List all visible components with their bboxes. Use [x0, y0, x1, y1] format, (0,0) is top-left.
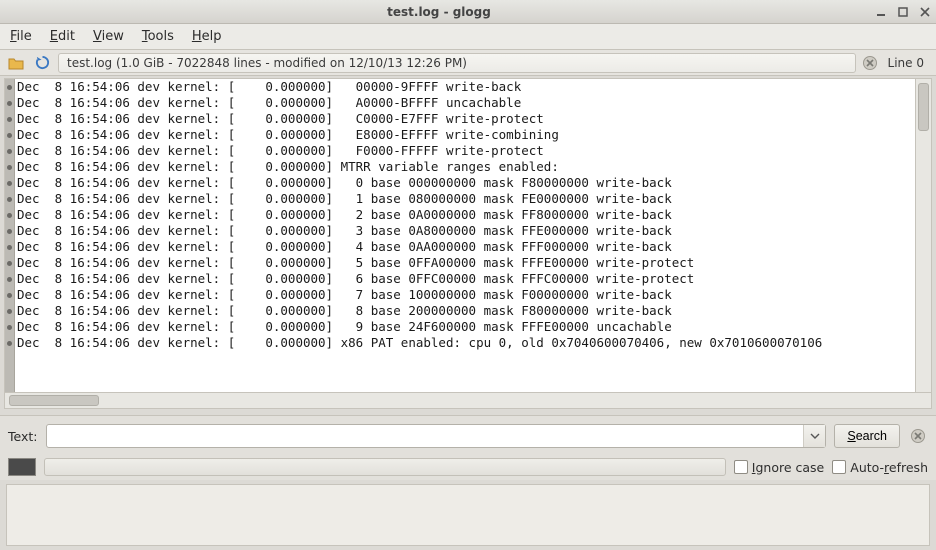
log-line[interactable]: Dec 8 16:54:06 dev kernel: [ 0.000000] x… [17, 335, 915, 351]
log-line[interactable]: Dec 8 16:54:06 dev kernel: [ 0.000000] 0… [17, 79, 915, 95]
menu-file[interactable]: File [10, 29, 32, 44]
gutter-mark[interactable] [5, 159, 14, 175]
menu-help[interactable]: Help [192, 29, 222, 44]
gutter-mark[interactable] [5, 271, 14, 287]
gutter-mark[interactable] [5, 239, 14, 255]
vertical-scroll-thumb[interactable] [918, 83, 929, 131]
gutter-mark[interactable] [5, 335, 14, 351]
reload-icon [35, 55, 50, 70]
menu-edit[interactable]: Edit [50, 29, 75, 44]
filtered-results-view[interactable] [6, 484, 930, 546]
log-line[interactable]: Dec 8 16:54:06 dev kernel: [ 0.000000] 7… [17, 287, 915, 303]
filter-options-row: Ignore case Auto-refresh [0, 454, 936, 480]
gutter-mark[interactable] [5, 319, 14, 335]
search-button[interactable]: Search [834, 424, 900, 448]
horizontal-scrollbar[interactable] [4, 393, 932, 409]
minimize-button[interactable] [874, 5, 888, 19]
log-line[interactable]: Dec 8 16:54:06 dev kernel: [ 0.000000] 0… [17, 175, 915, 191]
stop-icon [862, 55, 878, 71]
log-view[interactable]: Dec 8 16:54:06 dev kernel: [ 0.000000] 0… [4, 78, 932, 393]
log-line[interactable]: Dec 8 16:54:06 dev kernel: [ 0.000000] F… [17, 143, 915, 159]
log-line[interactable]: Dec 8 16:54:06 dev kernel: [ 0.000000] M… [17, 159, 915, 175]
menu-view[interactable]: View [93, 29, 124, 44]
log-line[interactable]: Dec 8 16:54:06 dev kernel: [ 0.000000] 3… [17, 223, 915, 239]
search-bar: Text: Search [0, 415, 936, 454]
checkbox-box [734, 460, 748, 474]
reload-button[interactable] [32, 53, 52, 73]
window-title: test.log - glogg [4, 5, 874, 19]
stop-button[interactable] [862, 55, 878, 71]
log-line[interactable]: Dec 8 16:54:06 dev kernel: [ 0.000000] 1… [17, 191, 915, 207]
log-line[interactable]: Dec 8 16:54:06 dev kernel: [ 0.000000] 6… [17, 271, 915, 287]
log-line[interactable]: Dec 8 16:54:06 dev kernel: [ 0.000000] 2… [17, 207, 915, 223]
clear-search-button[interactable] [908, 426, 928, 446]
close-button[interactable] [918, 5, 932, 19]
maximize-button[interactable] [896, 5, 910, 19]
ignore-case-checkbox[interactable]: Ignore case [734, 460, 824, 475]
menu-tools[interactable]: Tools [142, 29, 174, 44]
search-dropdown-button[interactable] [803, 425, 825, 447]
search-progress-bar [44, 458, 726, 476]
log-gutter[interactable] [5, 79, 15, 392]
gutter-mark[interactable] [5, 255, 14, 271]
gutter-mark[interactable] [5, 111, 14, 127]
line-number-label: Line 0 [888, 56, 924, 70]
gutter-mark[interactable] [5, 223, 14, 239]
gutter-mark[interactable] [5, 143, 14, 159]
gutter-mark[interactable] [5, 95, 14, 111]
log-line[interactable]: Dec 8 16:54:06 dev kernel: [ 0.000000] 5… [17, 255, 915, 271]
log-content[interactable]: Dec 8 16:54:06 dev kernel: [ 0.000000] 0… [15, 79, 915, 392]
search-input[interactable] [47, 425, 804, 447]
window-titlebar: test.log - glogg [0, 0, 936, 24]
folder-icon [8, 56, 24, 70]
window-buttons [874, 5, 932, 19]
auto-refresh-checkbox[interactable]: Auto-refresh [832, 460, 928, 475]
log-line[interactable]: Dec 8 16:54:06 dev kernel: [ 0.000000] 4… [17, 239, 915, 255]
gutter-mark[interactable] [5, 303, 14, 319]
menu-bar: File Edit View Tools Help [0, 24, 936, 50]
gutter-mark[interactable] [5, 79, 14, 95]
gutter-mark[interactable] [5, 127, 14, 143]
toolbar: test.log (1.0 GiB - 7022848 lines - modi… [0, 50, 936, 76]
open-file-button[interactable] [6, 53, 26, 73]
gutter-mark[interactable] [5, 175, 14, 191]
log-line[interactable]: Dec 8 16:54:06 dev kernel: [ 0.000000] 9… [17, 319, 915, 335]
gutter-mark[interactable] [5, 191, 14, 207]
clear-icon [910, 428, 926, 444]
log-line[interactable]: Dec 8 16:54:06 dev kernel: [ 0.000000] E… [17, 127, 915, 143]
gutter-mark[interactable] [5, 207, 14, 223]
file-info-field: test.log (1.0 GiB - 7022848 lines - modi… [58, 53, 856, 73]
log-line[interactable]: Dec 8 16:54:06 dev kernel: [ 0.000000] C… [17, 111, 915, 127]
horizontal-scroll-thumb[interactable] [9, 395, 99, 406]
log-line[interactable]: Dec 8 16:54:06 dev kernel: [ 0.000000] 8… [17, 303, 915, 319]
checkbox-box [832, 460, 846, 474]
search-label: Text: [8, 429, 38, 444]
chevron-down-icon [810, 433, 820, 439]
vertical-scrollbar[interactable] [915, 79, 931, 392]
line-indicator: Line 0 [884, 56, 930, 70]
filter-color-swatch[interactable] [8, 458, 36, 476]
search-combobox[interactable] [46, 424, 827, 448]
gutter-mark[interactable] [5, 287, 14, 303]
log-line[interactable]: Dec 8 16:54:06 dev kernel: [ 0.000000] A… [17, 95, 915, 111]
